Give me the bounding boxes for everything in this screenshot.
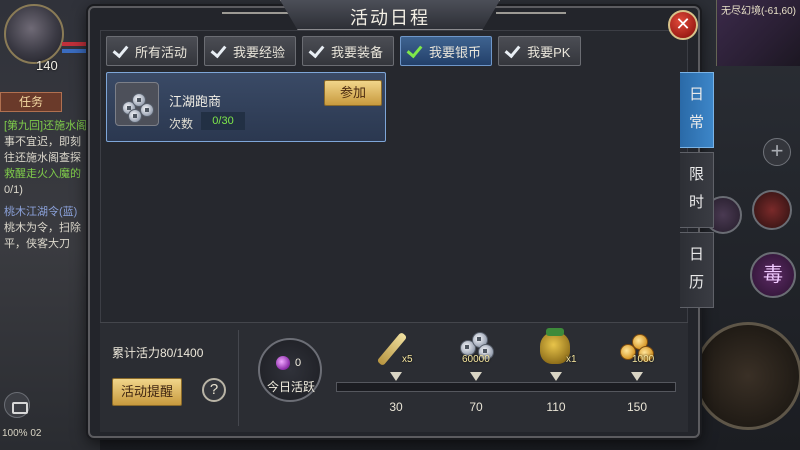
- today-activity-value: 0: [295, 357, 302, 369]
- tab-char: 限: [688, 166, 704, 183]
- map-location-label: 无尽幻境(-61,60): [720, 6, 796, 17]
- task-tab[interactable]: 任务: [0, 92, 62, 112]
- task-line: 事不宜迟，即刻: [4, 136, 81, 148]
- filter-equipment[interactable]: 我要装备: [302, 36, 395, 66]
- task-line: 救醒走火入魔的: [4, 168, 81, 180]
- milestone-threshold: 110: [546, 400, 566, 414]
- check-icon: [309, 43, 325, 59]
- tab-char: 日: [688, 86, 704, 103]
- today-activity-label: 今日活跃: [266, 380, 315, 394]
- activity-name: 江湖跑商: [169, 94, 222, 109]
- tab-char: 日: [688, 246, 704, 263]
- vitality-total: 累计活力80/1400: [112, 346, 204, 360]
- milestone-threshold: 150: [626, 400, 648, 414]
- task-line: [第九回]还施水阁: [4, 120, 88, 132]
- milestone-marker: [390, 372, 402, 381]
- task-line: 平，侠客大刀: [4, 238, 70, 250]
- activity-reminder-button[interactable]: 活动提醒: [112, 378, 182, 406]
- check-icon: [505, 43, 521, 59]
- filter-label: 我要银币: [429, 44, 482, 60]
- potion-icon[interactable]: [752, 190, 792, 230]
- dialog-title: 活动日程: [350, 8, 430, 28]
- milestone-threshold: 70: [469, 400, 483, 414]
- task-line: 往还施水阁查探: [4, 152, 81, 164]
- tab-calendar[interactable]: 日 历: [680, 232, 714, 308]
- filter-all[interactable]: 所有活动: [106, 36, 199, 66]
- activity-progress-bar: [336, 382, 676, 392]
- reward-quantity: x5: [402, 354, 413, 365]
- check-icon: [407, 43, 423, 59]
- filter-label: 我要经验: [233, 44, 286, 60]
- poison-skill-button[interactable]: 毒: [750, 252, 796, 298]
- count-value: 0/30: [201, 112, 245, 130]
- filter-pk[interactable]: 我要PK: [498, 36, 582, 66]
- reward-quantity: 1000: [632, 354, 655, 365]
- filter-exp[interactable]: 我要经验: [204, 36, 297, 66]
- count-label: 次数: [169, 117, 194, 131]
- tab-daily[interactable]: 日 常: [680, 72, 714, 148]
- gem-icon: [276, 356, 290, 370]
- title-ornament-right: [496, 4, 566, 22]
- filter-tabs: 所有活动 我要经验 我要装备 我要银币 我要PK: [106, 36, 582, 66]
- task-list[interactable]: [第九回]还施水阁 事不宜迟，即刻 往还施水阁查探 救醒走火入魔的 0/1) 桃…: [4, 118, 96, 252]
- filter-label: 我要装备: [331, 44, 384, 60]
- tab-char: 常: [688, 114, 704, 131]
- add-icon[interactable]: +: [763, 138, 791, 166]
- tab-char: 时: [688, 194, 704, 211]
- tab-char: 历: [688, 274, 704, 291]
- task-line: 桃木为令，扫除: [4, 222, 81, 234]
- join-button[interactable]: 参加: [324, 80, 382, 106]
- silver-coins-icon: [115, 82, 159, 126]
- reward-quantity: x1: [566, 354, 577, 365]
- filter-label: 所有活动: [135, 44, 188, 60]
- close-icon[interactable]: ✕: [668, 10, 698, 40]
- filter-label: 我要PK: [527, 44, 571, 60]
- filter-silver[interactable]: 我要银币: [400, 36, 493, 66]
- check-icon: [211, 43, 227, 59]
- player-avatar[interactable]: [4, 4, 64, 64]
- player-level: 140: [36, 58, 58, 73]
- device-status: 100% 02: [2, 428, 42, 439]
- milestone-marker: [631, 372, 643, 381]
- main-attack-button[interactable]: [694, 322, 800, 430]
- task-line: 桃木江湖令(蓝): [4, 206, 78, 218]
- task-line: 0/1): [4, 184, 23, 196]
- milestone-threshold: 30: [389, 400, 403, 414]
- divider: [238, 330, 239, 426]
- milestone-marker: [470, 372, 482, 381]
- reward-quantity: 60000: [462, 354, 490, 365]
- tab-limited[interactable]: 限 时: [680, 152, 714, 228]
- check-icon: [113, 43, 129, 59]
- minimap[interactable]: 无尽幻境(-61,60): [716, 0, 800, 66]
- help-icon[interactable]: ?: [202, 378, 226, 402]
- milestone-marker: [550, 372, 562, 381]
- camera-icon[interactable]: [4, 392, 30, 418]
